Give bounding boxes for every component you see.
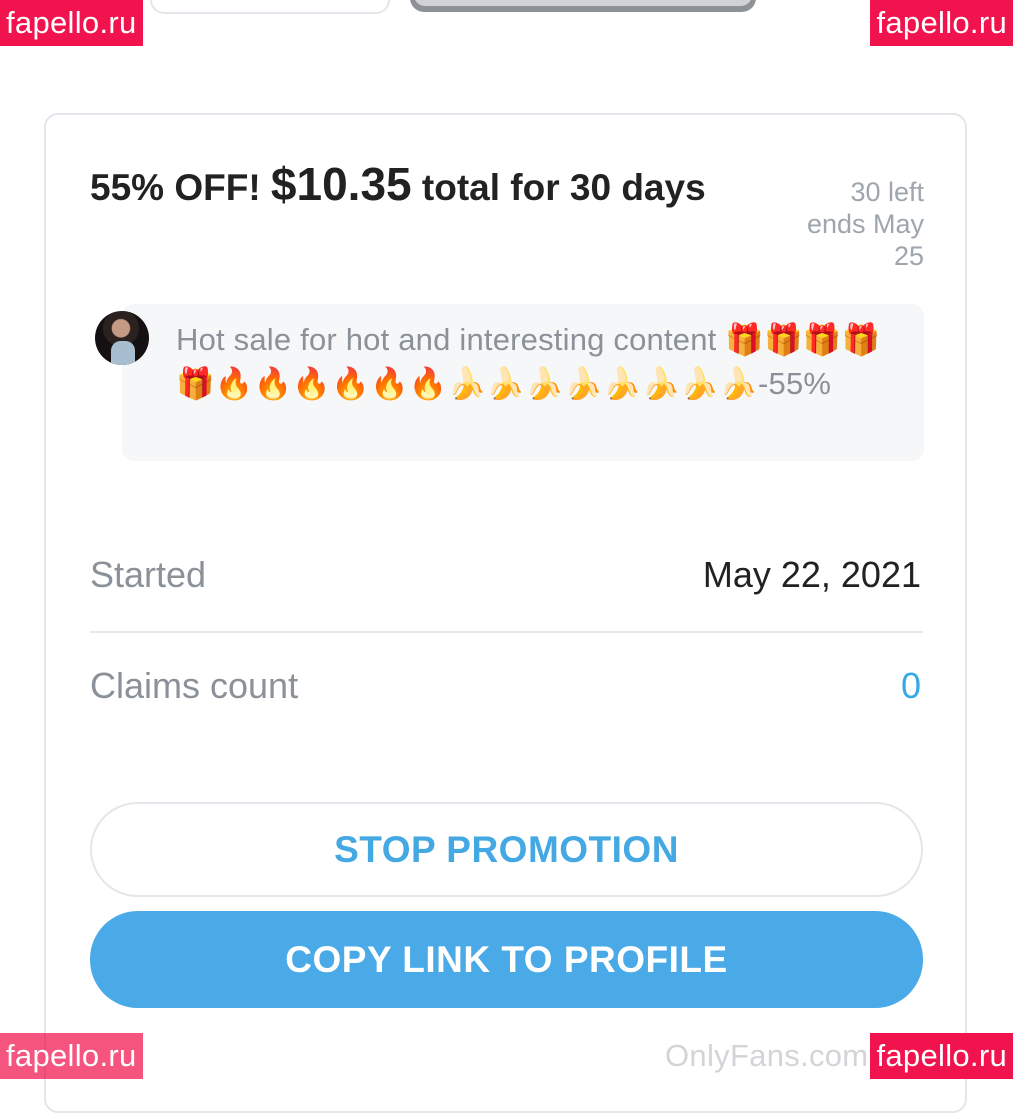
offer-ends-day: 25 bbox=[893, 241, 924, 271]
offer-ends-date: ends May bbox=[806, 209, 924, 239]
top-image-preview bbox=[410, 0, 756, 12]
offer-left-count: 30 left bbox=[850, 177, 924, 207]
offer-price: $10.35 bbox=[270, 158, 412, 210]
offer-title: 55% OFF! $10.35 total for 30 days bbox=[90, 152, 710, 220]
stop-promotion-button[interactable]: STOP PROMOTION bbox=[90, 802, 923, 897]
divider bbox=[90, 631, 923, 633]
offer-duration: total for 30 days bbox=[411, 167, 706, 208]
watermark-bottom-right: fapello.ru bbox=[870, 1033, 1013, 1079]
offer-discount: 55% OFF! bbox=[90, 167, 271, 208]
claims-count-value[interactable]: 0 bbox=[901, 665, 921, 707]
watermark-top-right: fapello.ru bbox=[870, 0, 1013, 46]
claims-count-label: Claims count bbox=[90, 665, 299, 706]
top-card-left bbox=[150, 0, 390, 14]
onlyfans-watermark: OnlyFans.com bbox=[665, 1038, 869, 1073]
started-value: May 22, 2021 bbox=[702, 554, 921, 595]
offer-meta: 30 left ends May 25 bbox=[754, 176, 924, 272]
promotion-message-text: Hot sale for hot and interesting content… bbox=[176, 322, 881, 401]
watermark-bottom-left: fapello.ru bbox=[0, 1033, 143, 1079]
watermark-top-left: fapello.ru bbox=[0, 0, 143, 46]
copy-link-button[interactable]: COPY LINK TO PROFILE bbox=[90, 911, 923, 1008]
started-label: Started bbox=[90, 554, 207, 595]
avatar[interactable] bbox=[95, 311, 149, 365]
